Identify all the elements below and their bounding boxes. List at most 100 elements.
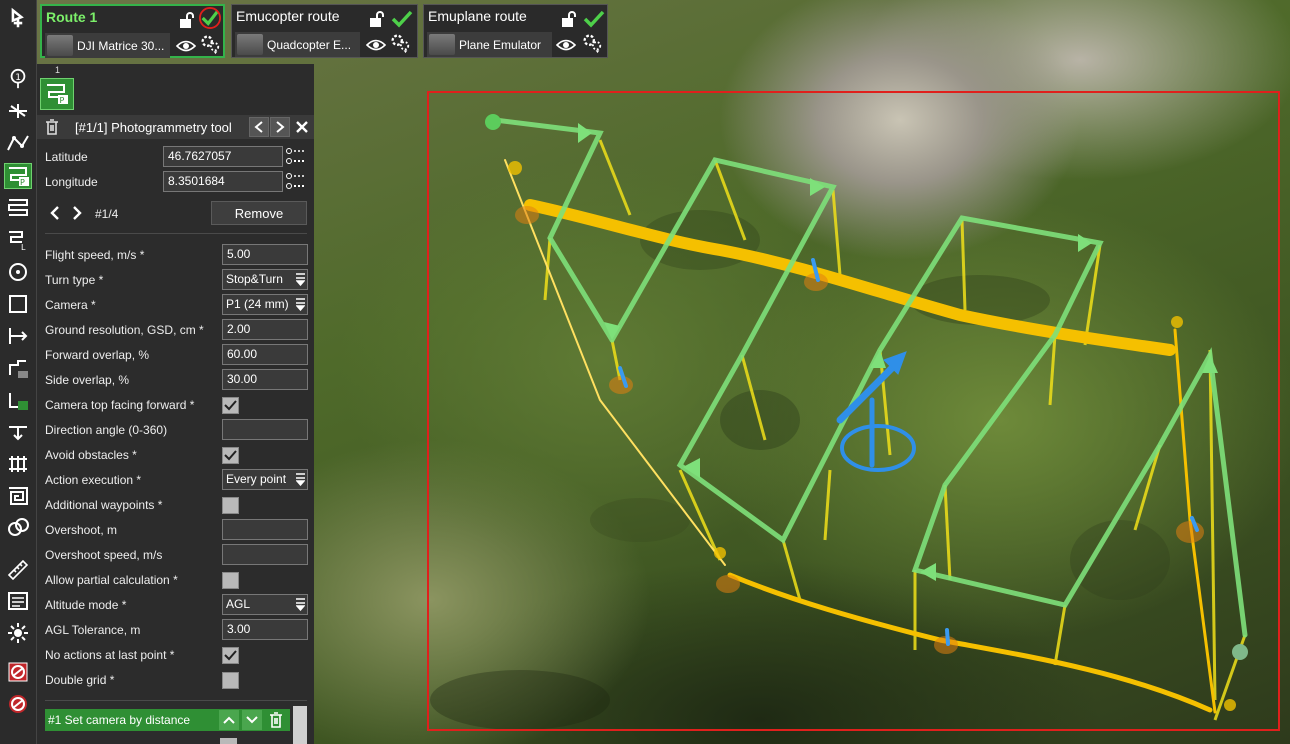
vertical-scan-icon[interactable]: [4, 323, 32, 349]
action-item-bar[interactable]: #1 Set camera by distance: [45, 709, 290, 731]
heading-gizmo[interactable]: [836, 351, 916, 472]
prev-point-button[interactable]: [45, 204, 65, 222]
route-checkmark-icon[interactable]: [391, 8, 413, 30]
route-tab-route-1[interactable]: Route 1 DJI Matrice 30...: [40, 4, 225, 58]
sun-icon[interactable]: [4, 620, 32, 646]
area-scan-icon[interactable]: [4, 195, 32, 221]
camera-top-forward-checkbox[interactable]: [222, 397, 239, 414]
panel-scrollbar[interactable]: [293, 706, 307, 744]
svg-text:P: P: [60, 96, 65, 105]
spiral-icon[interactable]: [4, 483, 32, 509]
field-label: Flight speed, m/s *: [45, 248, 145, 262]
unlock-icon[interactable]: [558, 8, 580, 30]
move-up-button[interactable]: [219, 710, 239, 730]
route-tab-emuplane[interactable]: Emuplane route Plane Emulator: [423, 4, 608, 58]
move-down-button[interactable]: [242, 710, 262, 730]
field-label: Side overlap, %: [45, 373, 130, 387]
field-camera-top-forward: Camera top facing forward *: [45, 393, 307, 417]
route-checkmark-icon[interactable]: [583, 8, 605, 30]
pick-coordinate-icon[interactable]: [285, 146, 307, 167]
terrain-texture: [430, 210, 1170, 730]
turn-type-select[interactable]: Stop&Turn: [222, 269, 308, 290]
overshoot-speed-input[interactable]: [222, 544, 308, 565]
no-actions-last-checkbox[interactable]: [222, 647, 239, 664]
avoid-obstacles-checkbox[interactable]: [222, 447, 239, 464]
settings-gear-icon[interactable]: [581, 32, 603, 54]
field-direction-angle: Direction angle (0-360): [45, 418, 308, 442]
field-label: Overshoot speed, m/s: [45, 548, 163, 562]
select-value: Stop&Turn: [226, 272, 283, 286]
field-altitude-mode: Altitude mode * AGL: [45, 593, 308, 617]
visibility-eye-icon[interactable]: [175, 35, 197, 57]
visibility-eye-icon[interactable]: [555, 34, 577, 56]
next-point-button[interactable]: [67, 204, 87, 222]
flight-speed-input[interactable]: 5.00: [222, 244, 308, 265]
ruler-icon[interactable]: [4, 556, 32, 582]
camera-select[interactable]: P1 (24 mm): [222, 294, 308, 315]
altitude-mode-select[interactable]: AGL: [222, 594, 308, 615]
segment-tab-photogrammetry[interactable]: P: [40, 78, 74, 110]
prev-segment-button[interactable]: [249, 117, 269, 137]
gsd-input[interactable]: 2.00: [222, 319, 308, 340]
end-point[interactable]: [1232, 644, 1248, 660]
multi-circle-icon[interactable]: [4, 515, 32, 541]
next-segment-button[interactable]: [270, 117, 290, 137]
polyline-icon[interactable]: [4, 98, 32, 124]
perimeter-icon[interactable]: [4, 291, 32, 317]
no-fly-zone-icon[interactable]: [4, 659, 32, 685]
route-segment-panel: 1 P [#1/1] Photogrammetry tool Latitude …: [37, 64, 314, 744]
tool-strip: 1 P L: [0, 0, 37, 744]
settings-gear-icon[interactable]: [389, 32, 411, 54]
visibility-eye-icon[interactable]: [365, 34, 387, 56]
select-value: AGL: [226, 597, 251, 611]
forward-overlap-input[interactable]: 60.00: [222, 344, 308, 365]
action-execution-select[interactable]: Every point: [222, 469, 308, 490]
restricted-zone-icon[interactable]: [4, 691, 32, 717]
delete-segment-trash-icon[interactable]: [42, 117, 62, 137]
latitude-row: Latitude 46.7627057: [45, 145, 307, 169]
start-point[interactable]: [485, 114, 501, 130]
plane-thumbnail: [429, 34, 455, 55]
double-grid-checkbox[interactable]: [222, 672, 239, 689]
direction-angle-input[interactable]: [222, 419, 308, 440]
field-label: Additional waypoints *: [45, 498, 163, 512]
photogrammetry-polyline-icon[interactable]: [4, 130, 32, 156]
side-overlap-input[interactable]: 30.00: [222, 369, 308, 390]
unlock-icon[interactable]: [366, 8, 388, 30]
settings-gear-icon[interactable]: [199, 33, 221, 55]
photogrammetry-icon[interactable]: P: [4, 163, 32, 189]
latitude-input[interactable]: 46.7627057: [163, 146, 283, 167]
corridor-icon[interactable]: L: [4, 227, 32, 253]
drone-thumbnail: [47, 35, 73, 56]
longitude-input[interactable]: 8.3501684: [163, 171, 283, 192]
circle-icon[interactable]: [4, 259, 32, 285]
agl-tolerance-input[interactable]: 3.00: [222, 619, 308, 640]
partial-checkbox[interactable]: [220, 738, 237, 744]
facade-tilt-icon[interactable]: [4, 387, 32, 413]
landing-icon[interactable]: [4, 419, 32, 445]
dropdown-arrow-icon: [296, 598, 305, 611]
field-label: Turn type *: [45, 273, 104, 287]
remove-point-button[interactable]: Remove: [211, 201, 307, 225]
route-device: Plane Emulator: [427, 32, 552, 57]
dropdown-arrow-icon: [296, 473, 305, 486]
field-forward-overlap: Forward overlap, % 60.00: [45, 343, 308, 367]
pick-coordinate-icon[interactable]: [285, 171, 307, 192]
image-overlay-icon[interactable]: [4, 588, 32, 614]
close-icon[interactable]: [292, 117, 312, 137]
route-tab-emucopter[interactable]: Emucopter route Quadcopter E...: [231, 4, 418, 58]
takeoff-icon[interactable]: 1: [4, 66, 32, 92]
facade-icon[interactable]: [4, 355, 32, 381]
overshoot-input[interactable]: [222, 519, 308, 540]
field-label: Direction angle (0-360): [45, 423, 168, 437]
allow-partial-checkbox[interactable]: [222, 572, 239, 589]
grid-icon[interactable]: [4, 451, 32, 477]
flight-path: [504, 159, 1217, 714]
field-double-grid: Double grid *: [45, 668, 307, 692]
route-checkmark-icon[interactable]: [199, 7, 221, 29]
unlock-icon[interactable]: [176, 9, 198, 31]
delete-action-trash-icon[interactable]: [266, 710, 286, 730]
waypoint-add-icon[interactable]: [4, 5, 32, 31]
additional-waypoints-checkbox[interactable]: [222, 497, 239, 514]
field-label: Camera *: [45, 298, 96, 312]
